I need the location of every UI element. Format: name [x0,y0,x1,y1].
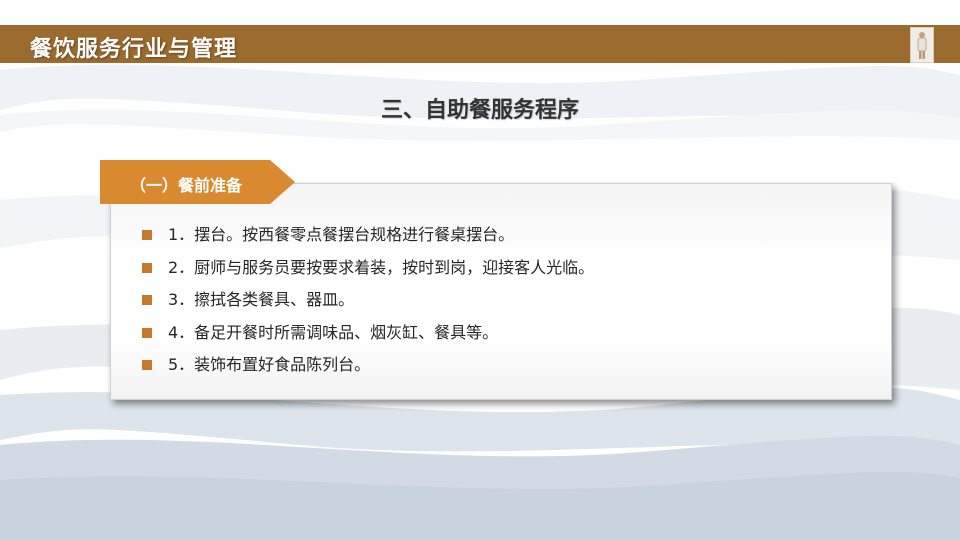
section-title: 三、自助餐服务程序 [380,98,579,123]
list-item: 2．厨师与服务员要按要求着装，按时到岗，迎接客人光临。 [142,255,594,288]
list-item-text: 3．擦拭各类餐具、器皿。 [168,290,355,309]
list-item-text: 4．备足开餐时所需调味品、烟灰缸、餐具等。 [168,322,499,342]
preparation-list: 1．摆台。按西餐零点餐摆台规格进行餐桌摆台。 2．厨师与服务员要按要求着装，按时… [142,222,594,385]
list-item: 1．摆台。按西餐零点餐摆台规格进行餐桌摆台。 [142,222,594,255]
card-tab: （一）餐前准备 [100,160,295,204]
list-item-text: 1．摆台。按西餐零点餐摆台规格进行餐桌摆台。 [168,225,515,244]
list-item: 5．装饰布置好食品陈列台。 [142,352,594,385]
card-tab-label: （一）餐前准备 [130,176,243,195]
list-item: 3．擦拭各类餐具、器皿。 [142,287,594,320]
square-bullet-icon [142,360,152,370]
list-item-text: 2．厨师与服务员要按要求着装，按时到岗，迎接客人光临。 [168,257,595,277]
list-item: 4．备足开餐时所需调味品、烟灰缸、餐具等。 [142,320,594,353]
square-bullet-icon [142,230,152,240]
header-title: 餐饮服务行业与管理 [30,37,238,62]
header-bar: 餐饮服务行业与管理 [0,25,960,63]
square-bullet-icon [142,262,152,273]
figure-thumbnail-icon [910,27,934,63]
square-bullet-icon [142,327,152,338]
list-item-text: 5．装饰布置好食品陈列台。 [168,355,371,374]
square-bullet-icon [142,295,152,305]
